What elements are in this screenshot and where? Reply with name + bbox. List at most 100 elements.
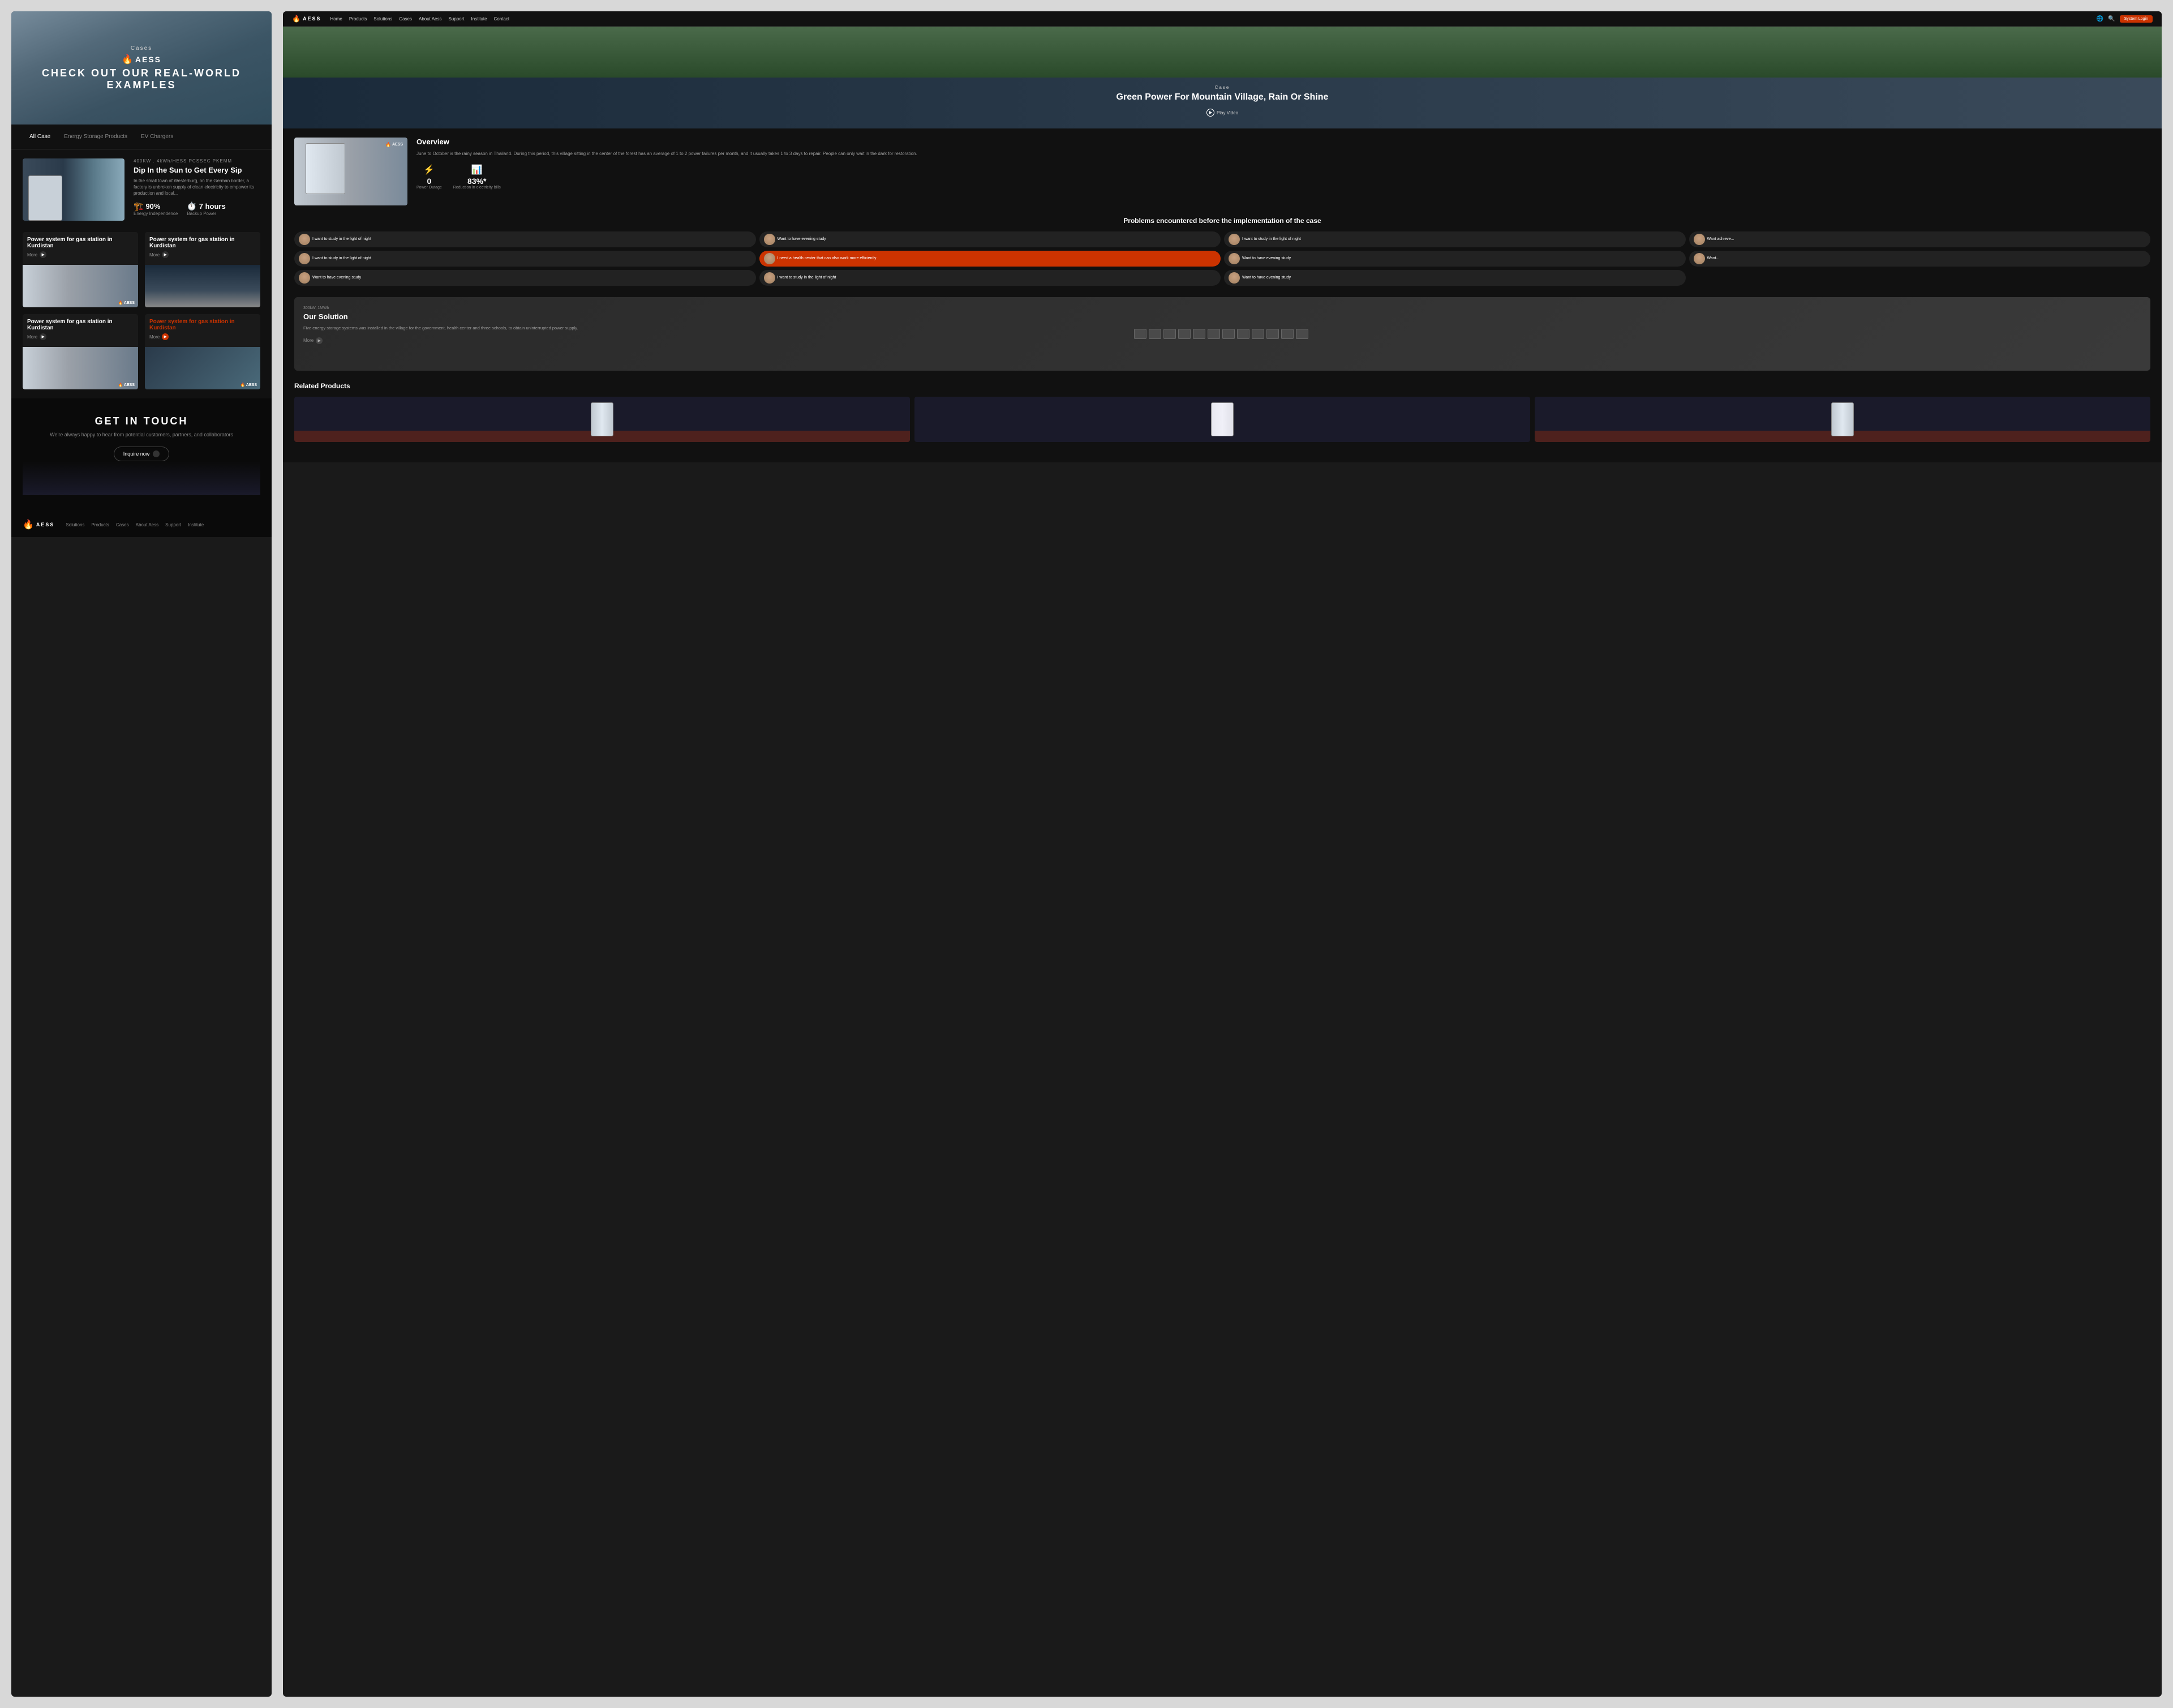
- nav-tabs: All Case Energy Storage Products EV Char…: [11, 125, 272, 149]
- case-hero-content: Case Green Power For Mountain Village, R…: [1116, 85, 1329, 117]
- globe-icon[interactable]: 🌐: [2097, 16, 2103, 22]
- overview-brand: AESS: [392, 143, 403, 147]
- case-card-3-more[interactable]: More ▶: [27, 333, 134, 340]
- stat-energy-row: 🏗️ 90%: [134, 201, 178, 211]
- play-button[interactable]: Play Video: [1206, 109, 1238, 117]
- avatar-3: [1694, 234, 1705, 245]
- nav-link-cases[interactable]: Cases: [399, 16, 412, 22]
- reduction-value: 83%*: [467, 177, 486, 186]
- nav-link-about[interactable]: About Aess: [419, 16, 441, 22]
- featured-case-image: [23, 158, 124, 221]
- case-card-1-info: Power system for gas station in Kurdista…: [23, 232, 138, 265]
- product-card-3[interactable]: [1535, 397, 2150, 442]
- unit-11: [1281, 329, 1294, 339]
- cases-label: Cases: [11, 45, 272, 52]
- problem-chip-1[interactable]: Want to have evening study: [759, 231, 1221, 247]
- unit-6: [1208, 329, 1220, 339]
- arrow-icon-4: ▶: [164, 334, 167, 339]
- tab-ev-chargers[interactable]: EV Chargers: [134, 131, 180, 142]
- problem-text-7: Want...: [1707, 256, 1720, 261]
- nav-link-solutions[interactable]: Solutions: [373, 16, 392, 22]
- case-card-4-more[interactable]: More ▶: [149, 333, 256, 340]
- featured-case: 400KW . 4kWh/HESS PCSSEC PKEMM Dip In th…: [23, 158, 260, 221]
- product-unit-3: [1831, 402, 1854, 436]
- solution-more-button[interactable]: More ▶: [303, 337, 1131, 344]
- case-card-2-info: Power system for gas station in Kurdista…: [145, 232, 260, 265]
- problem-chip-0[interactable]: I want to study in the light of night: [294, 231, 756, 247]
- unit-5: [1193, 329, 1205, 339]
- more-text-3: More: [27, 334, 37, 340]
- problems-title: Problems encountered before the implemen…: [294, 217, 2150, 225]
- nav-link-support[interactable]: Support: [448, 16, 464, 22]
- tab-all-case[interactable]: All Case: [23, 131, 57, 142]
- product-card-1[interactable]: [294, 397, 910, 442]
- stat-backup: ⏱️ 7 hours Backup Power: [187, 201, 225, 216]
- cabinet-shape: [28, 175, 62, 221]
- bottom-nav-solutions[interactable]: Solutions: [66, 522, 84, 527]
- nav-link-institute[interactable]: Institute: [471, 16, 487, 22]
- problem-text-5: I need a health center that can also wor…: [778, 256, 877, 261]
- clock-icon: ⏱️: [187, 201, 196, 211]
- problem-chip-8[interactable]: Want to have evening study: [294, 270, 756, 286]
- solution-section: 300kW, 1MWh Our Solution Five energy sto…: [294, 297, 2150, 371]
- unit-1: [1134, 329, 1146, 339]
- bottom-nav-institute[interactable]: Institute: [188, 522, 204, 527]
- wave-decoration: [23, 461, 260, 495]
- tab-energy-storage[interactable]: Energy Storage Products: [57, 131, 134, 142]
- case-main-title: Green Power For Mountain Village, Rain O…: [1116, 92, 1329, 102]
- nav-logo: 🔥 AESS: [292, 15, 321, 23]
- case-card-2-more[interactable]: More ▶: [149, 251, 256, 258]
- problems-section: Problems encountered before the implemen…: [294, 217, 2150, 286]
- problem-chip-6[interactable]: Want to have evening study: [1224, 251, 1686, 267]
- solution-tag: 300kW, 1MWh: [303, 306, 1131, 310]
- arrow-icon-2: ▶: [164, 252, 167, 257]
- reduction-label: Reduction in electricity bills: [453, 186, 501, 190]
- footer-cta: GET IN TOUCH We're always happy to hear …: [11, 398, 272, 512]
- featured-case-stats: 🏗️ 90% Energy Independence ⏱️ 7 hours Ba…: [134, 201, 260, 216]
- solution-content: 300kW, 1MWh Our Solution Five energy sto…: [303, 306, 1131, 344]
- overview-title: Overview: [416, 138, 2150, 146]
- play-text: Play Video: [1217, 110, 1238, 115]
- problem-chip-10[interactable]: Want to have evening study: [1224, 270, 1686, 286]
- solution-more-dot: ▶: [316, 337, 323, 344]
- case-card-1-more[interactable]: More ▶: [27, 251, 134, 258]
- energy-icon: 🏗️: [134, 201, 143, 211]
- brand-name: AESS: [135, 55, 161, 64]
- search-icon[interactable]: 🔍: [2108, 16, 2115, 22]
- solution-title: Our Solution: [303, 312, 1131, 321]
- bottom-nav-cases[interactable]: Cases: [116, 522, 129, 527]
- problem-chip-4[interactable]: I want to study in the light of night: [294, 251, 756, 267]
- nav-link-products[interactable]: Products: [349, 16, 367, 22]
- problem-chip-2[interactable]: I want to study in the light of night: [1224, 231, 1686, 247]
- more-text-2: More: [149, 252, 160, 258]
- problem-chip-9[interactable]: I want to study in the light of night: [759, 270, 1221, 286]
- problem-chip-5[interactable]: I need a health center that can also wor…: [759, 251, 1221, 267]
- login-button[interactable]: System Login: [2120, 15, 2153, 23]
- avatar-2: [1229, 234, 1240, 245]
- arrow-icon-1: ▶: [42, 252, 45, 257]
- footer-cta-title: GET IN TOUCH: [23, 415, 260, 427]
- top-nav: 🔥 AESS Home Products Solutions Cases Abo…: [283, 11, 2162, 27]
- nav-link-contact[interactable]: Contact: [494, 16, 510, 22]
- solution-more-text: More: [303, 338, 314, 343]
- problem-text-10: Want to have evening study: [1242, 275, 1291, 280]
- case-card-3-img: 🔥 AESS: [23, 347, 138, 389]
- overview-info: Overview June to October is the rainy se…: [416, 138, 2150, 205]
- problem-chip-3[interactable]: Want achieve...: [1689, 231, 2151, 247]
- problem-text-8: Want to have evening study: [312, 275, 361, 280]
- avatar-4: [299, 253, 310, 264]
- case-card-3: Power system for gas station in Kurdista…: [23, 314, 138, 389]
- bottom-nav-products[interactable]: Products: [91, 522, 109, 527]
- case-tags: 400KW . 4kWh/HESS PCSSEC PKEMM: [134, 158, 260, 164]
- problem-text-9: I want to study in the light of night: [778, 275, 836, 280]
- product-card-2[interactable]: [914, 397, 1530, 442]
- inquire-button[interactable]: Inquire now: [114, 447, 170, 461]
- bottom-nav-support[interactable]: Support: [165, 522, 181, 527]
- unit-7: [1222, 329, 1235, 339]
- more-text-4: More: [149, 334, 160, 340]
- aess-logo-card-4: 🔥 AESS: [241, 383, 257, 387]
- nav-link-home[interactable]: Home: [330, 16, 342, 22]
- problem-chip-7[interactable]: Want...: [1689, 251, 2151, 267]
- case-label: Case: [1116, 85, 1329, 90]
- bottom-nav-about[interactable]: About Aess: [136, 522, 158, 527]
